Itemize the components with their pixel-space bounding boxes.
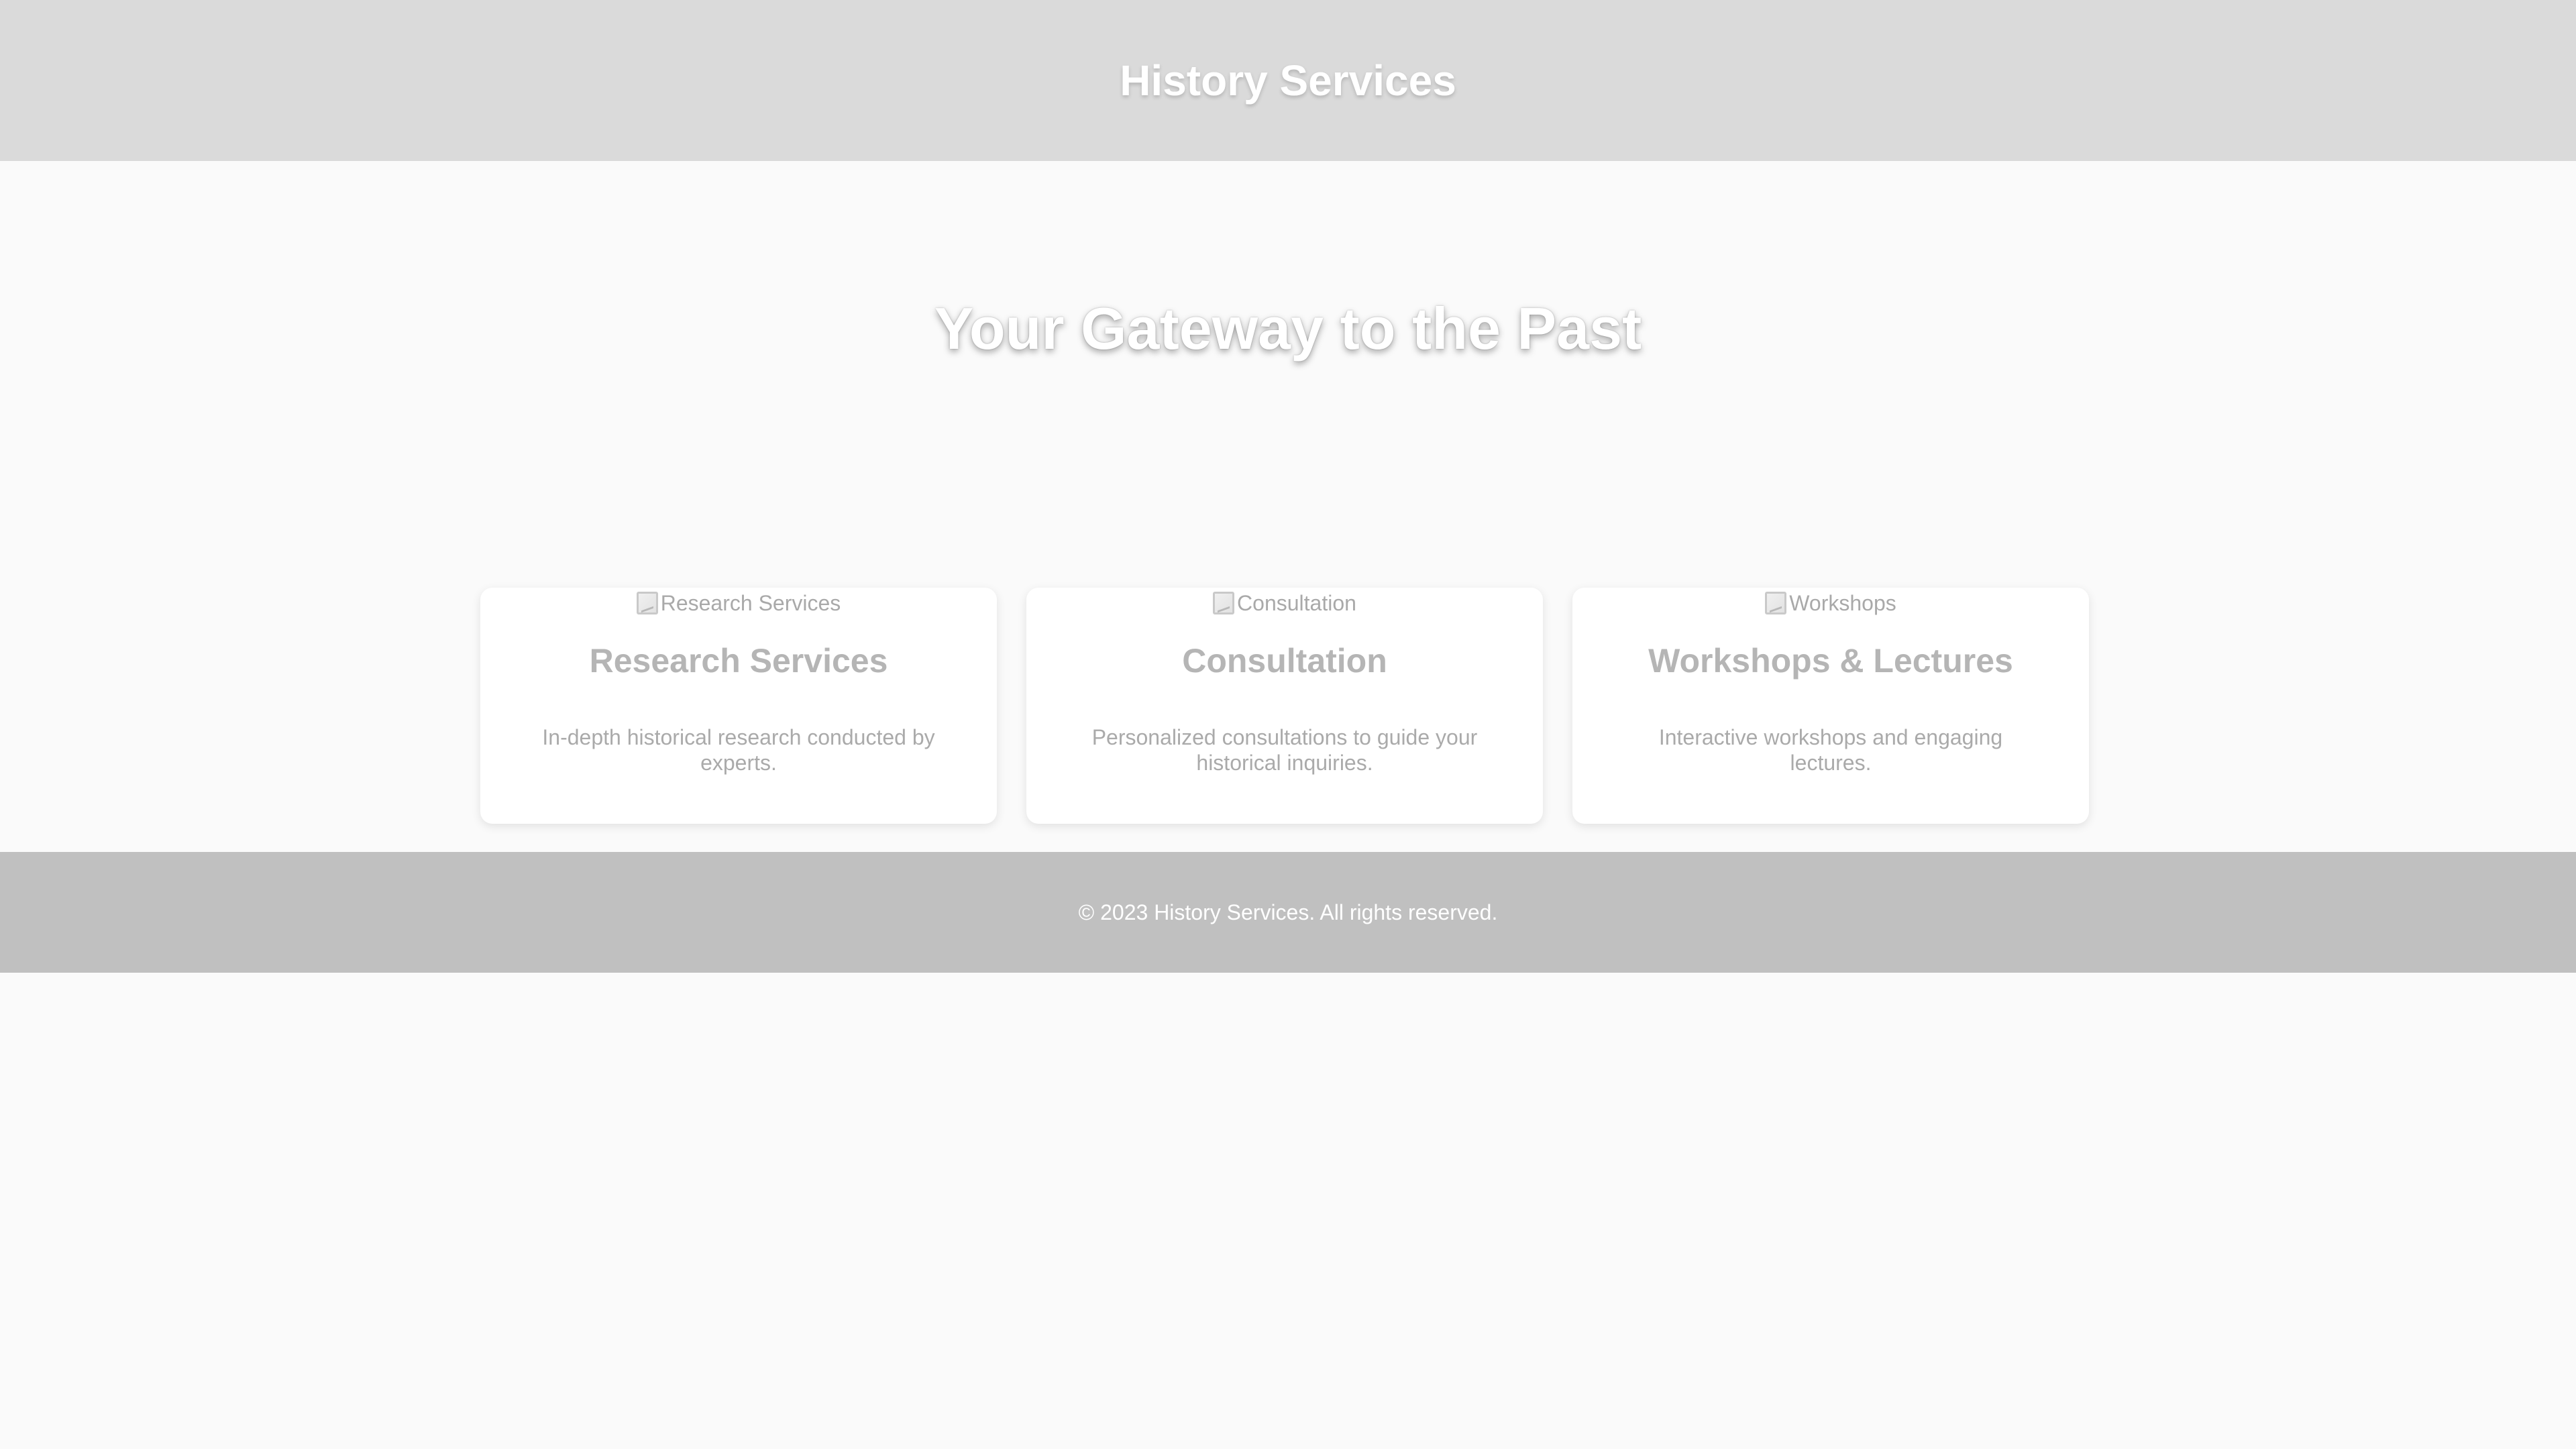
service-image-workshops: Workshops: [1572, 588, 2089, 619]
service-card-research: Research Services Research Services In-d…: [480, 588, 997, 824]
service-image-consultation: Consultation: [1026, 588, 1543, 619]
image-alt-text: Research Services: [660, 590, 841, 615]
hero-headline: Your Gateway to the Past: [934, 295, 1642, 362]
site-header: History Services: [0, 0, 2576, 161]
hero-section: Your Gateway to the Past: [0, 161, 2576, 590]
image-alt-text: Consultation: [1237, 590, 1356, 615]
service-card-workshops: Workshops Workshops & Lectures Interacti…: [1572, 588, 2089, 824]
services-section: Research Services Research Services In-d…: [480, 588, 2090, 825]
service-title: Workshops & Lectures: [1648, 642, 2013, 680]
service-card-consultation: Consultation Consultation Personalized c…: [1026, 588, 1543, 824]
broken-image-icon: [1213, 592, 1235, 614]
site-footer: © 2023 History Services. All rights rese…: [0, 852, 2576, 973]
service-image-research: Research Services: [480, 588, 997, 619]
service-description: In-depth historical research conducted b…: [542, 725, 935, 775]
broken-image-icon: [636, 592, 658, 614]
service-title: Research Services: [589, 642, 888, 680]
service-title: Consultation: [1182, 642, 1387, 680]
broken-image-icon: [1765, 592, 1787, 614]
copyright-text: © 2023 History Services. All rights rese…: [1078, 900, 1498, 924]
site-title: History Services: [1120, 56, 1456, 105]
image-alt-text: Workshops: [1789, 590, 1896, 615]
service-description: Personalized consultations to guide your…: [1091, 725, 1478, 775]
service-description: Interactive workshops and engaging lectu…: [1658, 725, 2003, 775]
